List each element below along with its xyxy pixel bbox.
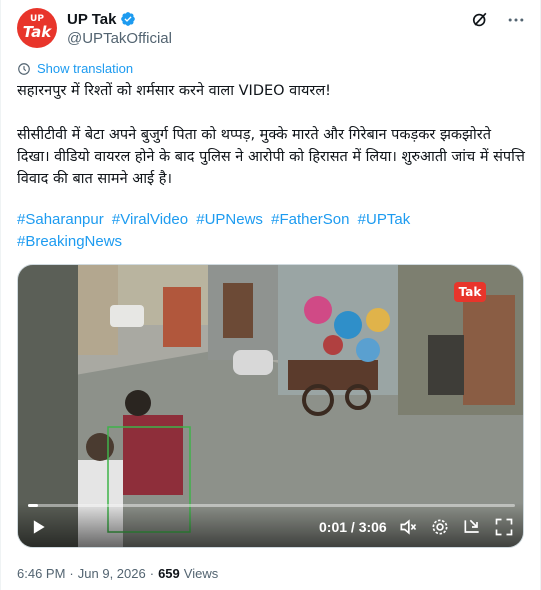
- views-label: Views: [183, 566, 219, 581]
- avatar-text-tak: Tak: [22, 23, 52, 41]
- grok-icon[interactable]: [470, 10, 490, 30]
- meta-separator: ·: [149, 566, 155, 581]
- hashtag-link[interactable]: #BreakingNews: [17, 233, 122, 250]
- video-player[interactable]: Tak 0:01 / 3:06: [17, 264, 524, 548]
- views-count: 659: [158, 566, 180, 581]
- hashtag-link[interactable]: #FatherSon: [271, 211, 349, 228]
- tweet-time[interactable]: 6:46 PM: [17, 566, 65, 581]
- more-icon[interactable]: [506, 10, 526, 30]
- picture-in-picture-icon[interactable]: [462, 517, 482, 537]
- tweet-card: UP Tak UP Tak @UPTakOfficial Show transl…: [0, 0, 541, 590]
- video-watermark-logo: Tak: [454, 282, 486, 302]
- video-progress-fill: [28, 504, 38, 507]
- video-time: 0:01 / 3:06: [319, 519, 387, 535]
- volume-icon[interactable]: [398, 517, 418, 537]
- hashtag-link[interactable]: #UPTak: [358, 211, 411, 228]
- settings-icon[interactable]: [430, 517, 450, 537]
- tweet-meta: 6:46 PM · Jun 9, 2026 · 659 Views: [17, 566, 218, 581]
- translate-icon: [17, 62, 31, 76]
- show-translation-label: Show translation: [37, 61, 134, 76]
- meta-separator: ·: [69, 566, 74, 581]
- verified-badge-icon: [120, 11, 136, 27]
- hashtag-list: #Saharanpur #ViralVideo #UPNews #FatherS…: [17, 209, 517, 253]
- tweet-body: सीसीटीवी में बेटा अपने बुजुर्ग पिता को थ…: [17, 127, 525, 187]
- name-row: UP Tak: [67, 9, 172, 29]
- display-name[interactable]: UP Tak: [67, 11, 116, 28]
- tweet-date[interactable]: Jun 9, 2026: [78, 566, 146, 581]
- play-icon[interactable]: [28, 517, 48, 537]
- tweet-headline: सहारनपुर में रिश्तों को शर्मसार करने वाल…: [17, 83, 331, 99]
- hashtag-link[interactable]: #ViralVideo: [112, 211, 188, 228]
- hashtag-link[interactable]: #UPNews: [196, 211, 263, 228]
- header-actions: [470, 10, 526, 30]
- fullscreen-icon[interactable]: [494, 517, 514, 537]
- tweet-header: UP Tak UP Tak @UPTakOfficial: [17, 8, 526, 48]
- hashtag-link[interactable]: #Saharanpur: [17, 211, 104, 228]
- video-progress-bar[interactable]: [28, 504, 515, 507]
- account-handle[interactable]: @UPTakOfficial: [67, 30, 172, 47]
- tweet-text: सहारनपुर में रिश्तों को शर्मसार करने वाल…: [17, 80, 526, 212]
- avatar[interactable]: UP Tak: [17, 8, 57, 48]
- show-translation-link[interactable]: Show translation: [17, 61, 133, 76]
- account-names: UP Tak @UPTakOfficial: [67, 9, 172, 48]
